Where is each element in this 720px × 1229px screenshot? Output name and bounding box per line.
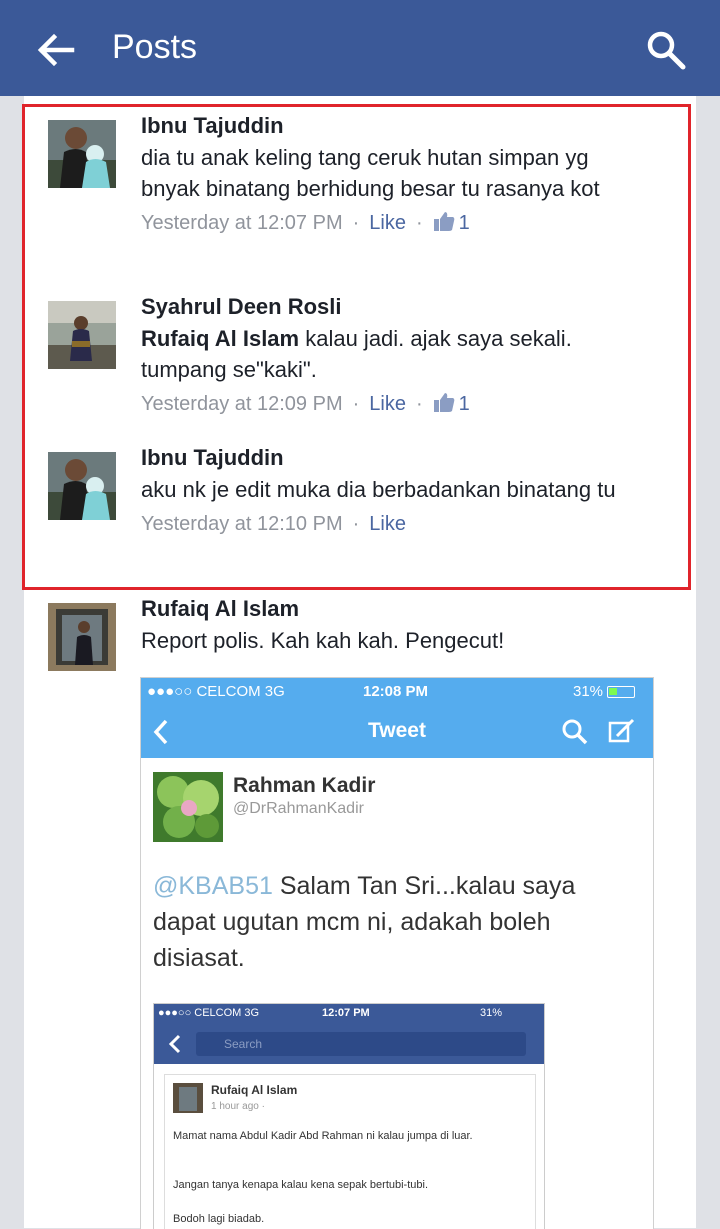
mention-link[interactable]: Rufaiq Al Islam [141, 326, 299, 351]
comment-text: Report polis. Kah kah kah. Pengecut! [141, 628, 505, 653]
comment-author[interactable]: Ibnu Tajuddin [141, 442, 621, 474]
comment-time: Yesterday at 12:10 PM [141, 513, 343, 535]
tweet-author: Rahman Kadir @DrRahmanKadir [153, 772, 375, 847]
comment-author[interactable]: Syahrul Deen Rosli [141, 291, 621, 323]
tweet-avatar [153, 772, 223, 842]
attached-screenshot[interactable]: ●●●○○ CELCOM 3G 12:08 PM 31% Tweet Rahma… [140, 677, 654, 1229]
back-arrow-icon[interactable] [34, 28, 78, 72]
avatar[interactable] [48, 120, 116, 188]
avatar[interactable] [48, 603, 116, 671]
comment-time: Yesterday at 12:07 PM [141, 212, 343, 234]
avatar[interactable] [48, 301, 116, 369]
comment-meta: Yesterday at 12:07 PM · Like · 1 [141, 206, 621, 240]
thumbs-up-icon [433, 209, 455, 231]
like-button[interactable]: Like [369, 212, 406, 234]
tweet-text: @KBAB51 Salam Tan Sri...kalau saya dapat… [153, 872, 576, 972]
thumbs-up-icon [433, 390, 455, 412]
comment-meta: Yesterday at 12:10 PM · Like [141, 513, 406, 535]
avatar [173, 1083, 203, 1113]
search-icon [562, 719, 588, 745]
like-button[interactable]: Like [369, 513, 406, 535]
comment-author[interactable]: Rufaiq Al Islam [141, 593, 621, 625]
chevron-left-icon [153, 719, 168, 745]
screenshot-nav-bar: Tweet [141, 706, 653, 758]
compose-icon [608, 718, 635, 743]
search-input: Search [196, 1032, 526, 1056]
like-count[interactable]: 1 [459, 393, 470, 415]
quoted-post: Rufaiq Al Islam 1 hour ago · Mamat nama … [164, 1074, 536, 1229]
screenshot-status-bar: ●●●○○ CELCOM 3G 12:08 PM 31% [141, 678, 653, 706]
page-title: Posts [112, 28, 198, 66]
nested-screenshot: ●●●○○ CELCOM 3G 12:07 PM 31% Search Rufa… [153, 1003, 545, 1229]
comment-author[interactable]: Ibnu Tajuddin [141, 110, 621, 142]
chevron-left-icon [168, 1034, 181, 1054]
battery-icon [607, 686, 635, 698]
avatar[interactable] [48, 452, 116, 520]
comment-text: aku nk je edit muka dia berbadankan bina… [141, 477, 616, 502]
like-count[interactable]: 1 [459, 212, 470, 234]
comment-text: dia tu anak keling tang ceruk hutan simp… [141, 145, 600, 201]
search-icon[interactable] [644, 28, 688, 72]
like-button[interactable]: Like [369, 393, 406, 415]
app-header: Posts [0, 0, 720, 96]
comment-text: Rufaiq Al Islam kalau jadi. ajak saya se… [141, 326, 572, 382]
comment-time: Yesterday at 12:09 PM [141, 393, 343, 415]
comment-meta: Yesterday at 12:09 PM · Like · 1 [141, 387, 621, 421]
